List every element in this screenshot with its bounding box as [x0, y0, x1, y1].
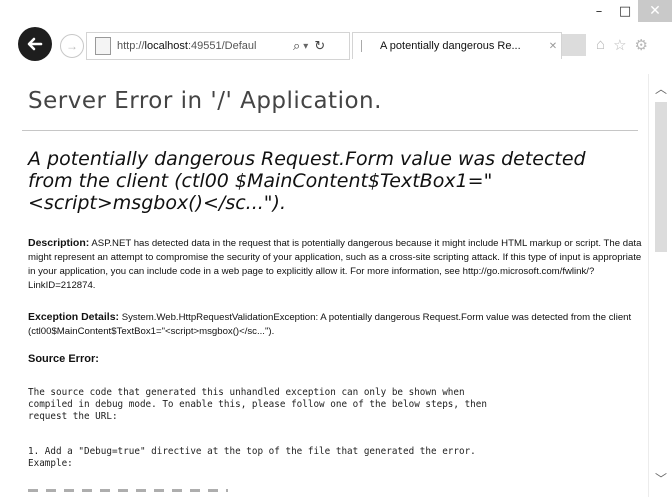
scroll-up-icon[interactable]: ︿: [649, 80, 672, 97]
forward-button[interactable]: →: [60, 34, 84, 58]
error-heading: A potentially dangerous Request.Form val…: [28, 148, 586, 214]
page-title: Server Error in '/' Application.: [28, 88, 382, 114]
exception-block: Exception Details: System.Web.HttpReques…: [28, 310, 642, 339]
url-text[interactable]: http://localhost:49551/Defaul: [117, 40, 287, 52]
toolbar-icons: ⌂ ☆ ⚙: [596, 36, 648, 54]
debug-step-text: 1. Add a "Debug=true" directive at the t…: [28, 446, 476, 469]
new-tab-button[interactable]: [562, 34, 586, 56]
description-block: Description: ASP.NET has detected data i…: [28, 236, 642, 293]
address-bar[interactable]: http://localhost:49551/Defaul ⌕ ▾ ↻: [86, 32, 350, 60]
window-controls: – □ ✕: [586, 0, 672, 28]
truncated-code-line: [28, 489, 228, 492]
scroll-down-icon[interactable]: ﹀: [649, 470, 672, 487]
description-label: Description:: [28, 237, 90, 249]
page-content: Server Error in '/' Application. A poten…: [0, 74, 646, 497]
maximize-button[interactable]: □: [612, 0, 638, 22]
vertical-scrollbar[interactable]: ︿ ﹀: [648, 74, 672, 497]
url-rest: :49551/Defaul: [187, 40, 257, 52]
minimize-button[interactable]: –: [586, 0, 612, 22]
exception-text: System.Web.HttpRequestValidationExceptio…: [28, 312, 632, 337]
home-icon[interactable]: ⌂: [596, 36, 605, 54]
description-text: ASP.NET has detected data in the request…: [28, 238, 642, 291]
close-window-button[interactable]: ✕: [638, 0, 672, 22]
back-arrow-icon: [27, 37, 43, 51]
source-error-heading: Source Error:: [28, 353, 99, 365]
browser-chrome: – □ ✕ → http://localhost:49551/Defaul ⌕ …: [0, 0, 672, 74]
settings-gear-icon[interactable]: ⚙: [635, 36, 648, 54]
url-host: localhost: [144, 40, 188, 52]
url-prefix: http://: [117, 40, 145, 52]
source-error-text: The source code that generated this unha…: [28, 387, 487, 422]
favorites-star-icon[interactable]: ☆: [613, 36, 626, 54]
tab-close-icon[interactable]: ✕: [545, 41, 561, 52]
tab-title: A potentially dangerous Re...: [380, 40, 521, 52]
search-icon[interactable]: ⌕: [293, 38, 300, 54]
exception-label: Exception Details:: [28, 311, 120, 323]
scroll-thumb[interactable]: [655, 102, 667, 252]
forward-arrow-icon: →: [66, 39, 78, 53]
dropdown-icon[interactable]: ▾: [303, 41, 308, 52]
back-button[interactable]: [18, 27, 52, 61]
page-icon: [95, 37, 111, 55]
tab-active[interactable]: A potentially dangerous Re... ✕: [352, 32, 562, 59]
tab-favicon-icon: [361, 40, 372, 52]
refresh-icon[interactable]: ↻: [314, 38, 325, 54]
divider: [22, 130, 638, 131]
